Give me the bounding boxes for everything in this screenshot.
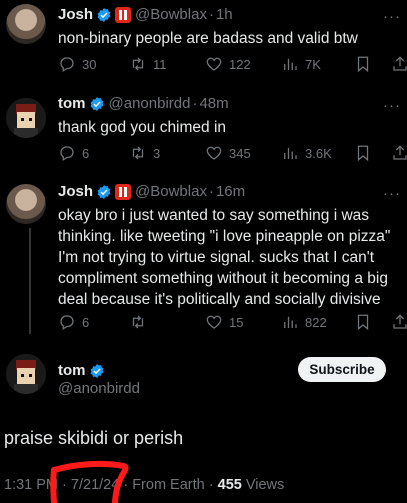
- verified-badge-icon: [90, 363, 103, 378]
- separator-dot: ·: [208, 6, 214, 23]
- tweet-header: Josh @Bowblax · 1h: [58, 6, 233, 23]
- affiliate-badge-icon: [115, 6, 132, 23]
- reply-count: 30: [82, 56, 97, 72]
- tweet-header: Josh @Bowblax · 16m: [58, 183, 245, 200]
- share-icon: [393, 314, 407, 329]
- action-bar: 30 11 122 7K: [56, 53, 407, 75]
- bookmark-button[interactable]: [354, 142, 372, 164]
- views-icon: [284, 316, 297, 328]
- verified-badge-icon: [90, 96, 103, 111]
- handle[interactable]: @Bowblax: [135, 183, 207, 200]
- timestamp[interactable]: 48m: [199, 95, 228, 112]
- share-icon: [393, 56, 407, 71]
- retweet-count: 3: [153, 145, 161, 161]
- reply-button[interactable]: 30: [58, 53, 96, 75]
- separator-dot: ·: [208, 477, 214, 493]
- like-count: 122: [229, 56, 251, 72]
- views-label: Views: [245, 477, 285, 493]
- more-options-icon[interactable]: ···: [383, 185, 401, 202]
- reply-count: 6: [82, 145, 90, 161]
- views-count: 822: [305, 314, 327, 330]
- avatar[interactable]: [6, 98, 46, 138]
- timestamp[interactable]: 16m: [216, 183, 245, 200]
- reply-icon: [60, 57, 74, 72]
- separator-dot: ·: [208, 183, 214, 200]
- tweet-header: tom @anonbirdd · 48m: [58, 95, 229, 112]
- share-button[interactable]: [391, 311, 407, 333]
- main-display-name: tom: [58, 362, 105, 379]
- action-bar: 6 15 822: [56, 311, 407, 333]
- heart-icon: [206, 315, 222, 329]
- retweet-icon: [132, 315, 144, 329]
- reply-icon: [60, 315, 74, 330]
- views-button[interactable]: 7K: [281, 53, 321, 75]
- retweet-button[interactable]: 11: [129, 53, 167, 75]
- tweet-text: non-binary people are badass and valid b…: [58, 30, 358, 47]
- retweet-icon: [132, 57, 144, 71]
- retweet-icon: [132, 146, 144, 160]
- tweet-text: thank god you chimed in: [58, 119, 227, 136]
- subscribe-button[interactable]: Subscribe: [298, 357, 386, 382]
- display-name[interactable]: Josh: [58, 6, 93, 23]
- views-count: 7K: [305, 56, 321, 72]
- handle[interactable]: @anonbirdd: [109, 95, 191, 112]
- verified-badge-icon: [97, 7, 111, 22]
- views-icon: [284, 58, 297, 70]
- like-button[interactable]: 122: [205, 53, 251, 75]
- main-avatar[interactable]: [6, 354, 46, 394]
- tweet-text: okay bro i just wanted to say something …: [58, 207, 391, 308]
- bookmark-icon: [357, 56, 369, 73]
- timestamp[interactable]: 1h: [216, 6, 233, 23]
- action-bar: 6 3 345 3.6K: [56, 142, 407, 164]
- red-annotation-scribble: [50, 460, 129, 503]
- views-button[interactable]: 822: [281, 311, 327, 333]
- display-name[interactable]: Josh: [58, 183, 93, 200]
- affiliate-badge-icon: [115, 183, 132, 200]
- more-options-icon[interactable]: ···: [383, 8, 401, 25]
- views-count: 455: [217, 477, 242, 493]
- retweet-button[interactable]: [129, 311, 153, 333]
- heart-icon: [206, 57, 222, 71]
- reply-button[interactable]: 6: [58, 142, 89, 164]
- views-icon: [284, 147, 297, 159]
- like-count: 15: [229, 314, 244, 330]
- display-name[interactable]: tom: [58, 95, 86, 112]
- share-button[interactable]: [391, 142, 407, 164]
- main-handle[interactable]: @anonbirdd: [58, 380, 140, 397]
- tweet-source: From Earth: [132, 477, 205, 493]
- main-tweet-text: praise skibidi or perish: [4, 428, 184, 448]
- bookmark-icon: [357, 314, 369, 331]
- like-count: 345: [229, 145, 251, 161]
- heart-icon: [206, 146, 222, 160]
- reply-count: 6: [82, 314, 90, 330]
- handle[interactable]: @Bowblax: [135, 6, 207, 23]
- avatar-image: [6, 354, 46, 394]
- display-name[interactable]: tom: [58, 362, 86, 379]
- bookmark-button[interactable]: [354, 53, 372, 75]
- share-icon: [393, 145, 407, 160]
- avatar[interactable]: [6, 184, 46, 224]
- retweet-button[interactable]: 3: [129, 142, 160, 164]
- retweet-count: 11: [153, 56, 167, 72]
- share-button[interactable]: [391, 53, 407, 75]
- more-options-icon[interactable]: ···: [383, 97, 401, 114]
- views-count: 3.6K: [305, 145, 332, 161]
- thread-line: [29, 228, 31, 334]
- separator-dot: ·: [192, 95, 198, 112]
- avatar-image: [6, 98, 46, 138]
- reply-icon: [60, 146, 74, 161]
- views-button[interactable]: 3.6K: [281, 142, 332, 164]
- bookmark-icon: [357, 145, 369, 162]
- avatar[interactable]: [6, 4, 46, 44]
- bookmark-button[interactable]: [354, 311, 372, 333]
- verified-badge-icon: [97, 184, 111, 199]
- like-button[interactable]: 345: [205, 142, 251, 164]
- reply-button[interactable]: 6: [58, 311, 89, 333]
- like-button[interactable]: 15: [205, 311, 243, 333]
